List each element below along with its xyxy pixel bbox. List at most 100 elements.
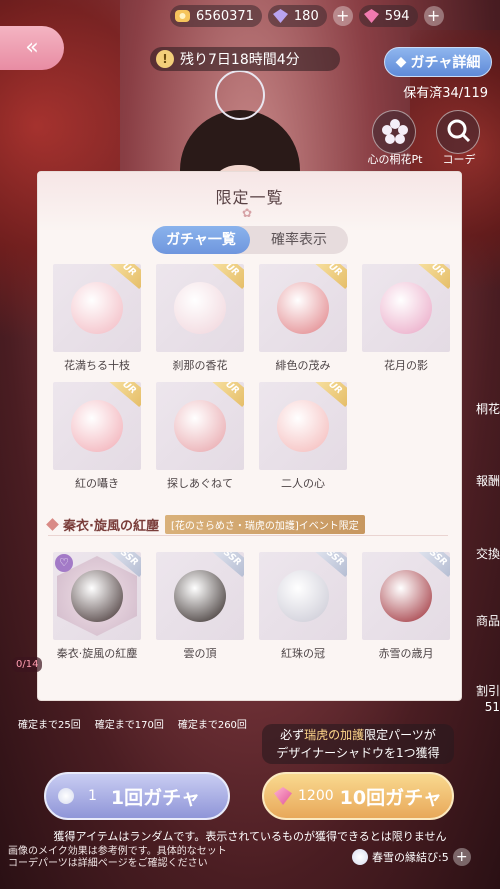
- owned-count: 保有済34/119: [403, 86, 488, 101]
- gacha-item[interactable]: SSR 紅珠の冠: [259, 552, 347, 660]
- item-thumbnail: UR: [362, 264, 450, 352]
- gacha-item[interactable]: SSR 赤雪の歳月: [362, 552, 450, 660]
- event-timer: ! 残り7日18時間4分: [150, 47, 340, 71]
- item-name: 紅の囁き: [75, 477, 119, 490]
- pink-gem-icon: [274, 787, 292, 805]
- guarantee-counts: 確定まで25回 確定まで170回 確定まで260回: [18, 716, 247, 731]
- item-thumbnail: SSR: [259, 552, 347, 640]
- item-artwork: [71, 400, 123, 452]
- item-artwork: [71, 282, 123, 334]
- item-name: 緋色の茂み: [275, 359, 331, 372]
- gacha-item[interactable]: UR 緋色の茂み: [259, 264, 347, 372]
- side-menu-label[interactable]: 商品: [476, 612, 500, 629]
- item-name: 花月の影: [384, 359, 428, 372]
- resource-bar: 6560371 180 + 594 +: [170, 4, 500, 28]
- side-menu-label[interactable]: 報酬: [476, 472, 500, 489]
- item-thumbnail: UR: [259, 382, 347, 470]
- modal-tabs: ガチャ一覧 確率表示: [152, 226, 348, 254]
- item-artwork: [277, 282, 329, 334]
- guarantee-count: 確定まで25回: [18, 720, 81, 731]
- diamond-icon: [272, 9, 288, 23]
- guarantee-count: 確定まで260回: [177, 720, 247, 731]
- gacha-item[interactable]: UR 花月の影: [362, 264, 450, 372]
- side-menu-label[interactable]: 割引: [476, 682, 500, 699]
- gacha-item[interactable]: ♡ SSR 秦衣·旋風の紅塵: [53, 552, 141, 660]
- rarity-badge: UR: [108, 382, 141, 407]
- item-artwork: [380, 282, 432, 334]
- makeup-notice: 画像のメイク効果は参考例です。具体的なセット コーデパーツは詳細ページをご確認く…: [8, 846, 227, 869]
- side-menu-label[interactable]: 交換: [476, 545, 500, 562]
- diamond-counter: 180: [267, 5, 327, 27]
- gacha-item[interactable]: SSR 雲の頂: [156, 552, 244, 660]
- magnifier-icon: [447, 119, 471, 143]
- diamond-bullet-icon: [46, 517, 59, 531]
- heart-icon: ♡: [55, 554, 73, 572]
- event-limited-tag: [花のさらめさ・瑞虎の加護]イベント限定: [164, 514, 365, 534]
- tab-probability[interactable]: 確率表示: [250, 226, 348, 254]
- coin-counter: 6560371: [170, 5, 262, 27]
- item-artwork: [174, 570, 226, 622]
- flower-icon: [382, 119, 408, 144]
- limited-list-modal: 限定一覧 ✿ ガチャ一覧 確率表示 UR 花満ちる十枝 UR 刹那の香花 UR 緋色の茂み…: [37, 171, 462, 701]
- item-name: 刹那の香花: [172, 359, 228, 372]
- item-name: 雲の頂: [183, 647, 217, 660]
- rarity-badge: UR: [211, 264, 244, 289]
- gacha-item[interactable]: UR 探しあぐねて: [156, 382, 244, 490]
- alert-icon: !: [156, 50, 174, 68]
- tab-gacha-list[interactable]: ガチャ一覧: [152, 226, 250, 254]
- rarity-badge: UR: [417, 264, 450, 289]
- gacha-detail-button[interactable]: ◆ ガチャ詳細: [384, 47, 492, 77]
- item-artwork: [174, 282, 226, 334]
- ticket-counter: 春雪の縁結び:5 +: [352, 848, 471, 866]
- key-icon: [58, 788, 74, 804]
- gacha-item[interactable]: UR 刹那の香花: [156, 264, 244, 372]
- item-thumbnail: ♡ SSR: [53, 552, 141, 640]
- gacha-item[interactable]: UR 花満ちる十枝: [53, 264, 141, 372]
- item-name: 赤雪の歳月: [378, 647, 434, 660]
- add-ticket-button[interactable]: +: [452, 848, 471, 866]
- rarity-badge: UR: [314, 264, 347, 289]
- item-thumbnail: SSR: [156, 552, 244, 640]
- random-notice: 獲得アイテムはランダムです。表示されているものが獲得できるとは限りません: [53, 830, 447, 843]
- guarantee-count: 確定まで170回: [94, 720, 164, 731]
- item-artwork: [380, 570, 432, 622]
- key-icon: [352, 849, 368, 865]
- rarity-badge: SSR: [417, 552, 450, 577]
- ur-item-grid: UR 花満ちる十枝 UR 刹那の香花 UR 緋色の茂み UR 花月の影 UR 紅の囁き UR 探しあぐ…: [53, 264, 453, 490]
- rarity-badge: UR: [314, 382, 347, 407]
- item-artwork: [277, 570, 329, 622]
- item-name: 探しあぐねて: [167, 477, 233, 490]
- progress-counter: 0/14: [12, 657, 43, 672]
- flower-points-button[interactable]: 心の桐花Pt: [368, 110, 422, 166]
- coin-icon: [175, 10, 190, 22]
- section-header: 秦衣·旋風の紅塵 [花のさらめさ・瑞虎の加護]イベント限定: [46, 513, 453, 535]
- divider: [48, 535, 448, 536]
- item-name: 花満ちる十枝: [64, 359, 130, 372]
- modal-title: 限定一覧: [215, 188, 284, 207]
- pink-gem-counter: 594: [358, 5, 418, 27]
- rarity-badge: UR: [108, 264, 141, 289]
- add-diamond-button[interactable]: +: [332, 6, 353, 26]
- item-thumbnail: UR: [156, 382, 244, 470]
- rarity-badge: SSR: [211, 552, 244, 577]
- item-thumbnail: UR: [259, 264, 347, 352]
- item-artwork: [277, 400, 329, 452]
- back-button[interactable]: «: [0, 26, 64, 70]
- diamond-icon: ◆: [395, 54, 407, 70]
- gacha-item[interactable]: UR 紅の囁き: [53, 382, 141, 490]
- gacha-item[interactable]: UR 二人の心: [259, 382, 347, 490]
- item-artwork: [174, 400, 226, 452]
- ten-gacha-button[interactable]: 1200 10回ガチャ: [262, 772, 454, 820]
- add-pink-gem-button[interactable]: +: [423, 6, 444, 26]
- flower-deco-icon: ✿: [242, 206, 253, 220]
- item-artwork: [71, 570, 123, 622]
- ssr-item-grid: ♡ SSR 秦衣·旋風の紅塵 SSR 雲の頂 SSR 紅珠の冠 SSR 赤雪の歳月: [53, 552, 453, 660]
- side-menu-label: 51: [484, 700, 500, 714]
- item-name: 秦衣·旋風の紅塵: [56, 647, 138, 660]
- single-gacha-button[interactable]: 1 1回ガチャ: [44, 772, 230, 820]
- side-menu-label[interactable]: 桐花: [476, 400, 500, 417]
- coordinate-button[interactable]: コーデ: [436, 110, 480, 166]
- rarity-badge: SSR: [314, 552, 347, 577]
- rarity-badge: UR: [211, 382, 244, 407]
- item-thumbnail: UR: [156, 264, 244, 352]
